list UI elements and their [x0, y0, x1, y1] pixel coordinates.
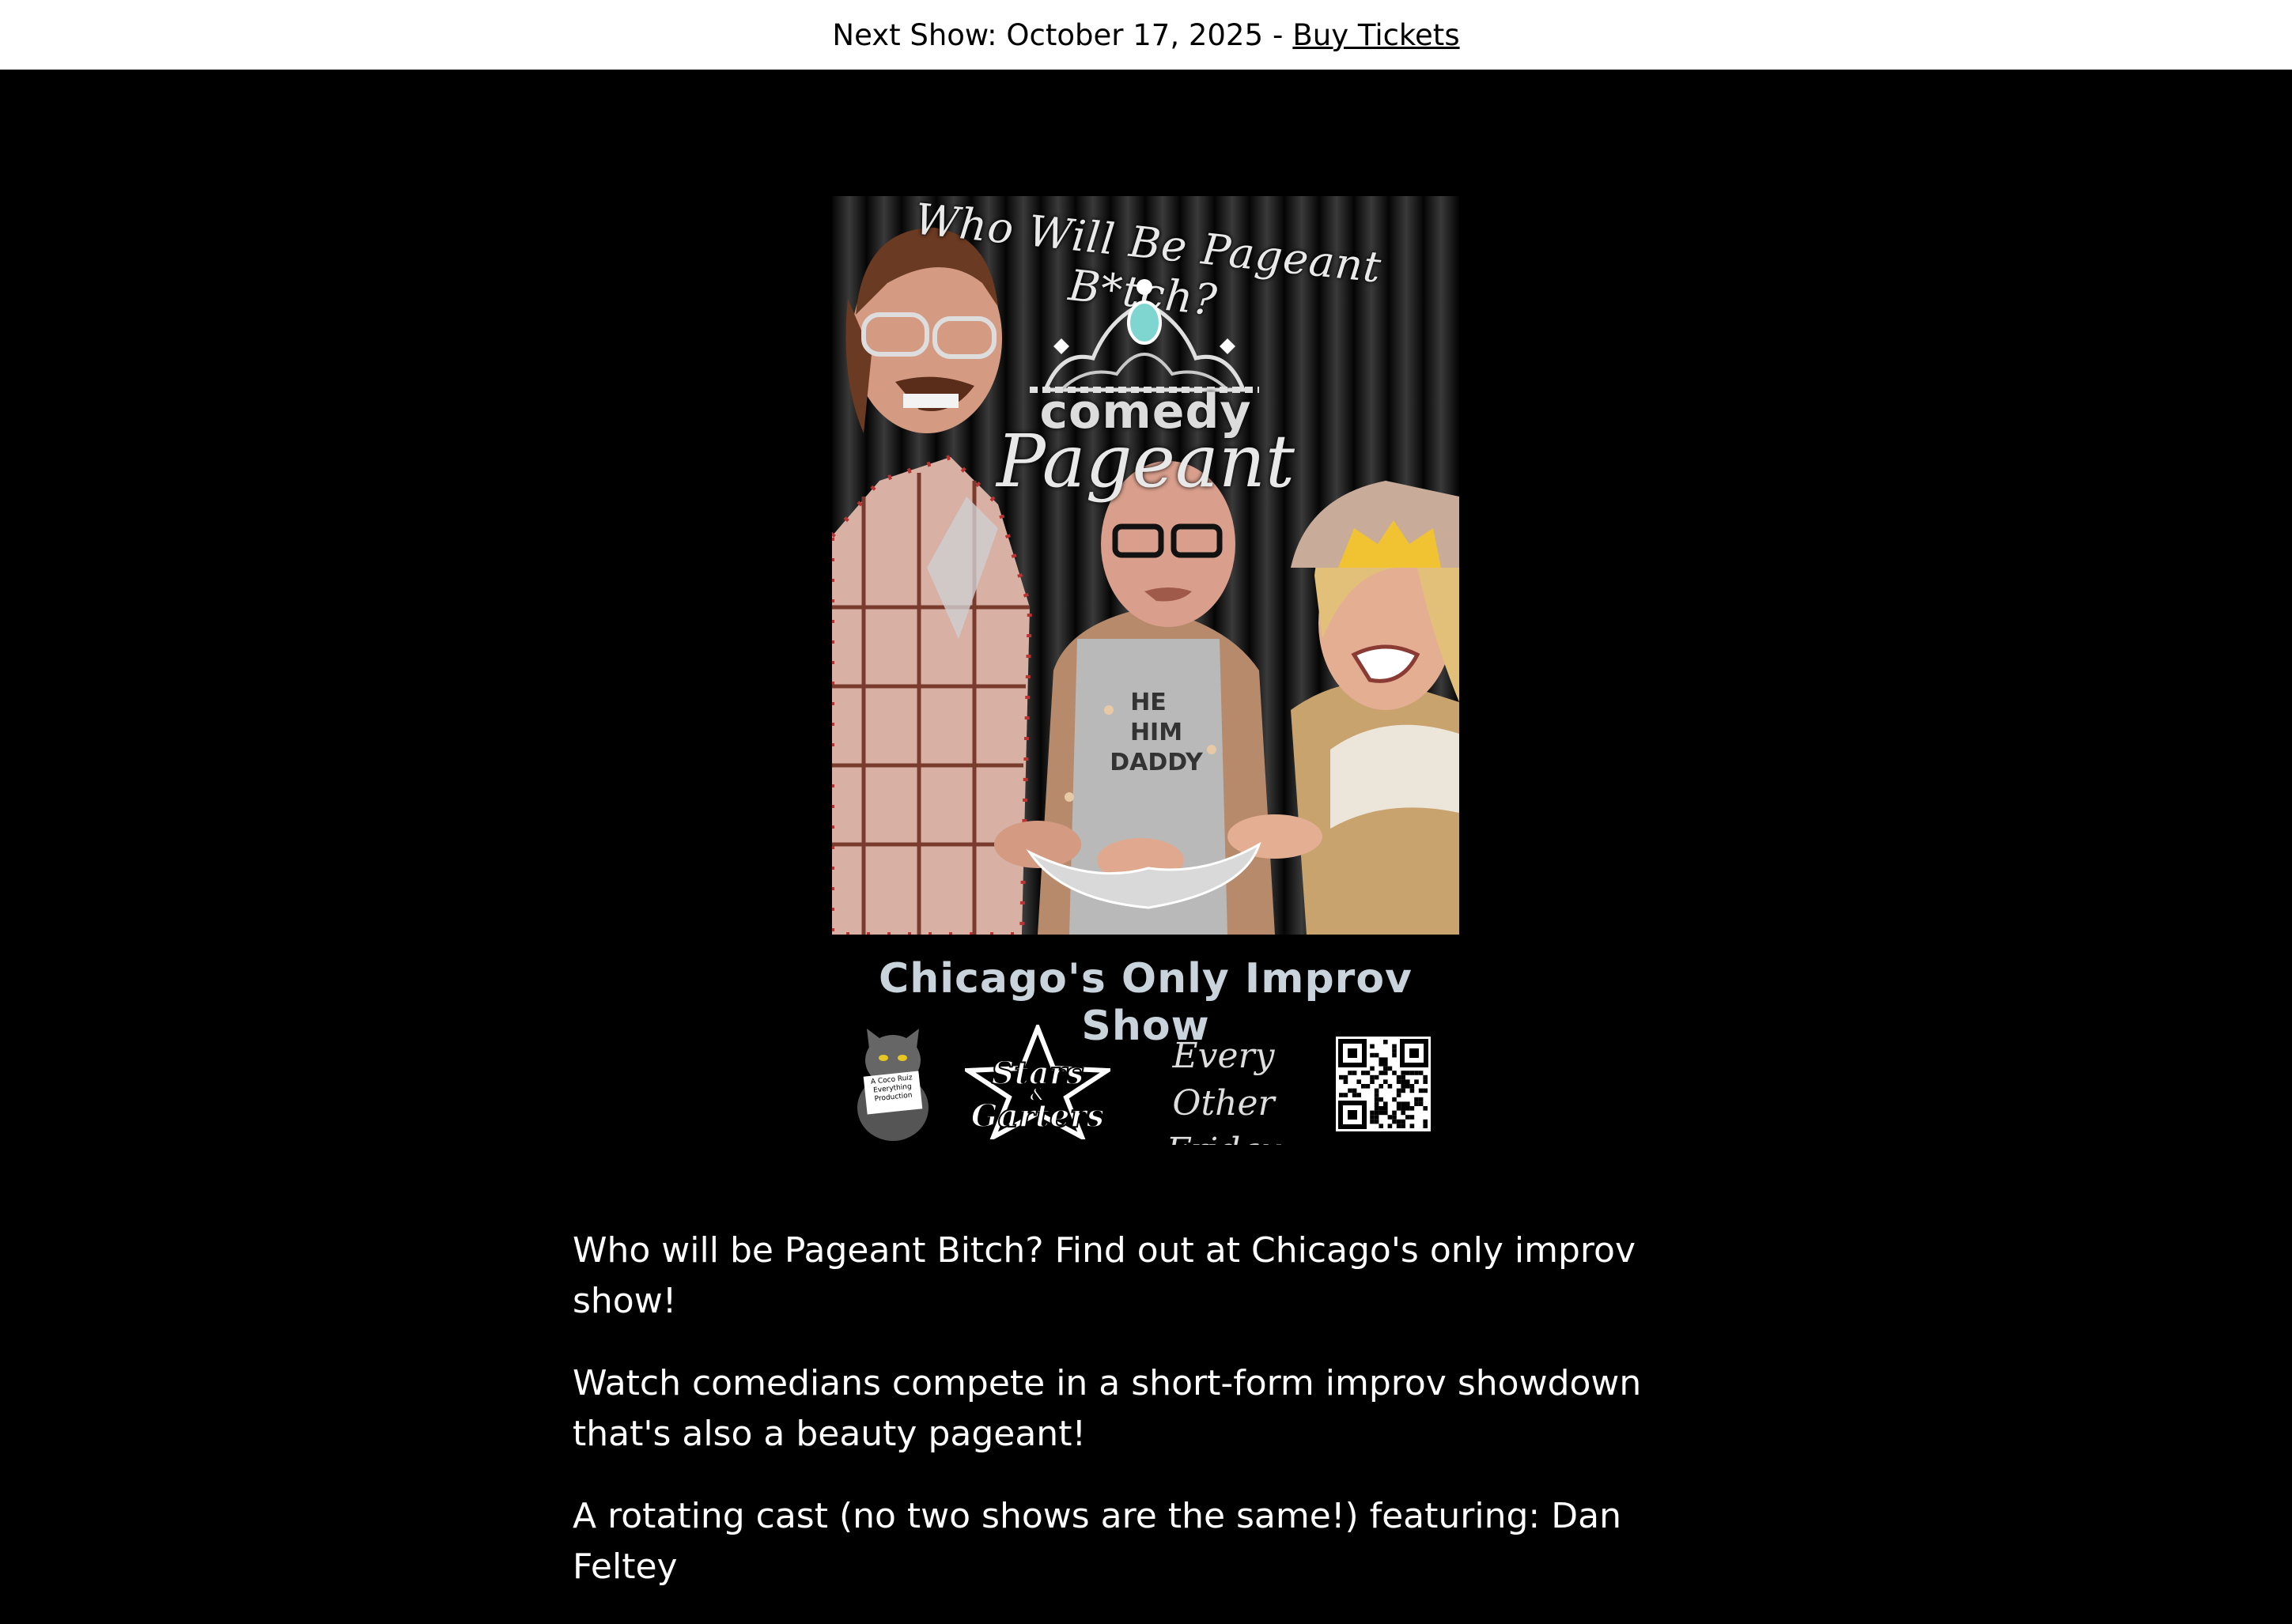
buy-tickets-link[interactable]: Buy Tickets — [1292, 18, 1459, 52]
description-paragraph-1: Who will be Pageant Bitch? Find out at C… — [573, 1230, 1636, 1321]
shirt-text-2: HIM — [1130, 719, 1182, 746]
next-show-label: Next Show: October 17, 2025 — [832, 17, 1263, 52]
poster-footer: A Coco Ruiz Everything Production Stars … — [832, 1021, 1459, 1145]
show-schedule: Every Other Friday 7pm — [1129, 1033, 1318, 1145]
schedule-line-1: Every Other — [1172, 1036, 1275, 1124]
banner-separator: - — [1273, 17, 1284, 52]
stars-and-garters-logo: Stars & Garters — [960, 1021, 1115, 1142]
venue-logo-garters: Garters — [970, 1097, 1106, 1135]
show-poster: HE HIM DADDY Who Will Be Pageant comedy … — [832, 196, 1459, 1145]
schedule-line-2: Friday 7pm — [1129, 1127, 1318, 1145]
tiara-icon — [1030, 279, 1259, 393]
show-description: Who will be Pageant Bitch? Find out at C… — [573, 1226, 1711, 1624]
performer-right — [1291, 481, 1459, 935]
performer-left — [832, 228, 1033, 935]
description-paragraph-3: A rotating cast (no two shows are the sa… — [573, 1496, 1621, 1587]
cat-logo: A Coco Ruiz Everything Production — [849, 1025, 936, 1143]
next-show-banner: Next Show: October 17, 2025 - Buy Ticket… — [0, 0, 2292, 70]
shirt-text-1: HE — [1130, 689, 1167, 716]
poster-photo: HE HIM DADDY Who Will Be Pageant comedy … — [832, 196, 1459, 935]
cat-sign: A Coco Ruiz Everything Production — [863, 1071, 923, 1115]
description-paragraph-2: Watch comedians compete in a short-form … — [573, 1363, 1642, 1454]
qr-code-icon — [1336, 1037, 1431, 1131]
poster-pageant-word: Pageant — [996, 419, 1295, 504]
shirt-text-3: DADDY — [1110, 749, 1204, 776]
